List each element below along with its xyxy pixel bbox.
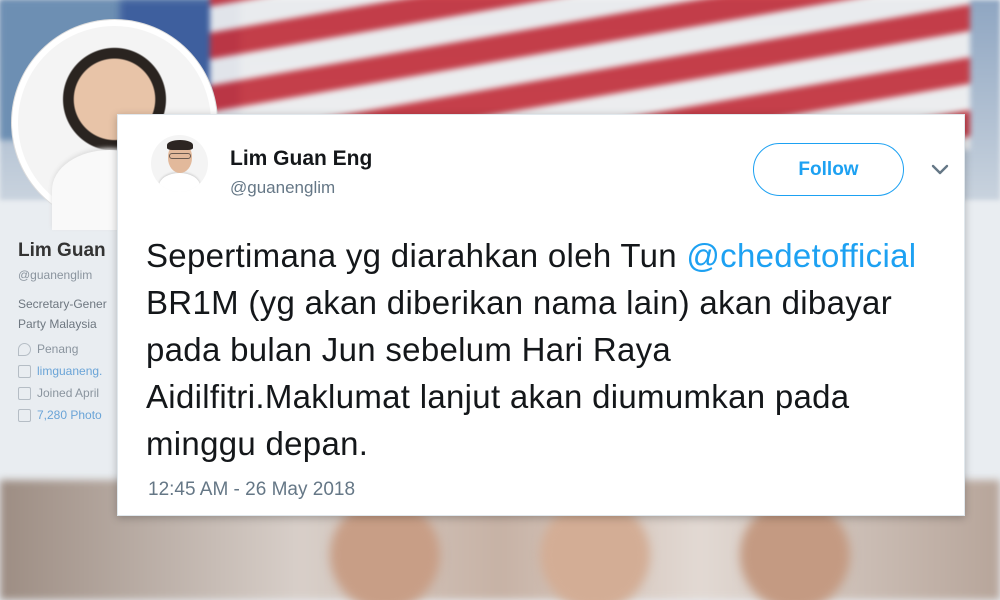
avatar-hair	[167, 140, 193, 150]
profile-location: Penang	[18, 342, 118, 356]
location-icon	[18, 342, 31, 356]
calendar-icon	[18, 386, 31, 400]
author-name[interactable]: Lim Guan Eng	[230, 147, 372, 171]
tweet-text: Sepertimana yg diarahkan oleh Tun @chede…	[146, 232, 936, 467]
profile-bio-line: Party Malaysia	[18, 317, 97, 331]
tweet-card: Lim Guan Eng @guanenglim Follow Sepertim…	[117, 114, 965, 516]
profile-bio: Secretary-Gener Party Malaysia	[18, 294, 118, 334]
author-handle[interactable]: @guanenglim	[230, 178, 335, 198]
image-icon	[18, 408, 31, 422]
follow-button[interactable]: Follow	[753, 143, 904, 196]
author-avatar[interactable]	[151, 135, 208, 192]
profile-joined-text: Joined April	[37, 386, 100, 400]
profile-photos[interactable]: 7,280 Photo	[18, 408, 118, 422]
tweet-text-part: BR1M (yg akan diberikan nama lain) akan …	[146, 284, 892, 462]
mention-link[interactable]: @chedetofficial	[686, 237, 916, 274]
profile-handle: @guanenglim	[18, 268, 93, 282]
profile-photos-text[interactable]: 7,280 Photo	[37, 408, 102, 422]
link-icon	[18, 364, 31, 378]
profile-sidebar: Lim Guan @guanenglim Secretary-Gener Par…	[18, 240, 118, 422]
tweet-timestamp[interactable]: 12:45 AM - 26 May 2018	[148, 479, 355, 501]
chevron-down-icon[interactable]	[930, 163, 950, 177]
profile-joined: Joined April	[18, 386, 118, 400]
profile-website[interactable]: limguaneng.	[18, 364, 118, 378]
tweet-text-part: Sepertimana yg diarahkan oleh Tun	[146, 237, 687, 274]
profile-name: Lim Guan	[18, 240, 106, 261]
avatar-glasses	[169, 153, 191, 159]
profile-website-text[interactable]: limguaneng.	[37, 364, 102, 378]
profile-bio-line: Secretary-Gener	[18, 297, 107, 311]
avatar-shirt	[159, 173, 200, 192]
profile-location-text: Penang	[37, 342, 79, 356]
